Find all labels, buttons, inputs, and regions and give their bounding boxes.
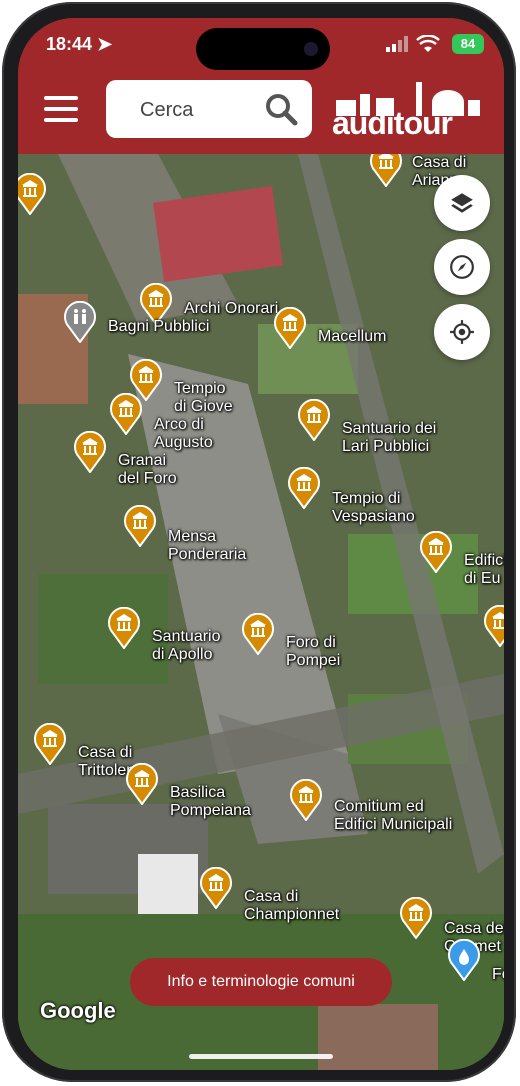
pin-label: Fo bbox=[492, 966, 504, 983]
pin-label: Tempio di Giove bbox=[174, 380, 233, 415]
signal-icon bbox=[386, 36, 408, 52]
map-pin[interactable] bbox=[33, 722, 67, 766]
pin-label: Casa di Championnet bbox=[244, 888, 340, 923]
map-pin[interactable] bbox=[273, 306, 307, 350]
map-pin[interactable] bbox=[399, 896, 433, 940]
battery-indicator: 84 bbox=[452, 34, 484, 54]
pin-label: Tempio di Vespasiano bbox=[332, 490, 415, 525]
map-pin[interactable] bbox=[289, 778, 323, 822]
pin-label: Comitium ed Edifici Municipali bbox=[334, 798, 453, 833]
map-pin[interactable] bbox=[199, 866, 233, 910]
map-pin[interactable] bbox=[483, 604, 504, 648]
search-bar bbox=[106, 80, 312, 140]
hamburger-icon bbox=[44, 96, 78, 100]
pin-label: Granai del Foro bbox=[118, 452, 177, 487]
map-pin[interactable] bbox=[297, 398, 331, 442]
pin-label: Macellum bbox=[318, 328, 387, 345]
camera-icon bbox=[304, 42, 318, 56]
map-pin[interactable] bbox=[18, 172, 47, 216]
satellite-map[interactable]: Casa di Ariann Archi Onorari Bagni Pubbli… bbox=[18, 144, 504, 1070]
pin-label: Edifici di Eu bbox=[464, 552, 504, 587]
auditour-logo: auditour bbox=[332, 80, 482, 142]
pin-label: Santuario di Apollo bbox=[152, 628, 221, 663]
pin-label: Archi Onorari bbox=[184, 300, 279, 317]
locate-button[interactable] bbox=[434, 304, 490, 360]
map-pin[interactable] bbox=[241, 612, 275, 656]
map-pin[interactable] bbox=[109, 392, 143, 436]
menu-button[interactable] bbox=[44, 96, 78, 124]
map-pin[interactable] bbox=[63, 300, 97, 344]
pin-label: Santuario dei Lari Pubblici bbox=[342, 420, 437, 455]
location-arrow-icon: ➤ bbox=[97, 34, 113, 54]
pin-label: Basilica Pompeiana bbox=[170, 784, 251, 819]
map-pin[interactable] bbox=[419, 530, 453, 574]
google-attribution: Google bbox=[40, 998, 116, 1023]
map-pin[interactable] bbox=[287, 466, 321, 510]
layers-icon bbox=[451, 193, 473, 213]
status-time: 18:44 ➤ bbox=[46, 34, 113, 54]
pin-label: Foro di Pompei bbox=[286, 634, 341, 669]
map-pin[interactable] bbox=[125, 762, 159, 806]
pin-label: Mensa Ponderaria bbox=[168, 528, 247, 563]
locate-icon bbox=[450, 320, 474, 344]
info-terminology-button[interactable]: Info e terminologie comuni bbox=[130, 958, 392, 1006]
app-header: 18:44 ➤ 84 auditour bbox=[18, 18, 504, 154]
pin-label: Arco di Augusto bbox=[154, 416, 213, 451]
map-pin[interactable] bbox=[447, 938, 481, 982]
compass-button[interactable] bbox=[434, 239, 490, 295]
wifi-icon bbox=[416, 35, 440, 52]
compass-icon bbox=[450, 255, 474, 279]
search-icon[interactable] bbox=[264, 92, 298, 126]
phone-frame: Casa di Ariann Archi Onorari Bagni Pubbli… bbox=[2, 2, 516, 1082]
dynamic-island bbox=[196, 28, 330, 70]
map-pin[interactable] bbox=[107, 606, 141, 650]
layers-button[interactable] bbox=[434, 175, 490, 231]
logo-text: auditour bbox=[332, 105, 453, 141]
screen: Casa di Ariann Archi Onorari Bagni Pubbli… bbox=[18, 18, 504, 1070]
home-indicator[interactable] bbox=[189, 1054, 333, 1059]
pin-label: Bagni Pubblici bbox=[108, 318, 210, 335]
map-pin[interactable] bbox=[123, 504, 157, 548]
map-pin[interactable] bbox=[73, 430, 107, 474]
